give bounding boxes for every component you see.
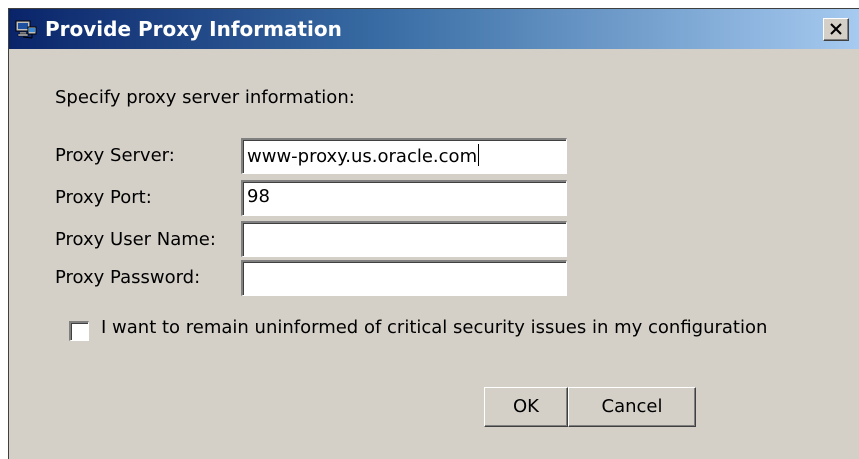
close-button[interactable]	[823, 18, 849, 41]
proxy-port-label: Proxy Port:	[55, 187, 152, 208]
proxy-user-name-input[interactable]	[241, 221, 567, 257]
proxy-server-input[interactable]: www-proxy.us.oracle.com	[241, 138, 567, 174]
cancel-button[interactable]: Cancel	[568, 387, 696, 427]
proxy-password-label: Proxy Password:	[55, 267, 201, 288]
close-icon	[830, 23, 842, 35]
proxy-password-input[interactable]	[241, 260, 567, 296]
proxy-user-name-label: Proxy User Name:	[55, 229, 216, 250]
title-bar[interactable]: Provide Proxy Information	[9, 9, 859, 49]
security-checkbox[interactable]	[69, 321, 89, 341]
dialog-title: Provide Proxy Information	[45, 17, 342, 41]
proxy-port-input[interactable]: 98	[241, 180, 567, 216]
proxy-server-value: www-proxy.us.oracle.com	[247, 146, 478, 167]
security-checkbox-label[interactable]: I want to remain uninformed of critical …	[101, 317, 767, 338]
proxy-server-label: Proxy Server:	[55, 145, 175, 166]
text-caret	[478, 144, 480, 166]
proxy-dialog: Provide Proxy Information Specify proxy …	[8, 8, 859, 459]
instructions-text: Specify proxy server information:	[55, 87, 355, 108]
ok-button[interactable]: OK	[484, 387, 568, 427]
proxy-port-value: 98	[247, 186, 270, 207]
computer-network-icon	[15, 20, 37, 40]
